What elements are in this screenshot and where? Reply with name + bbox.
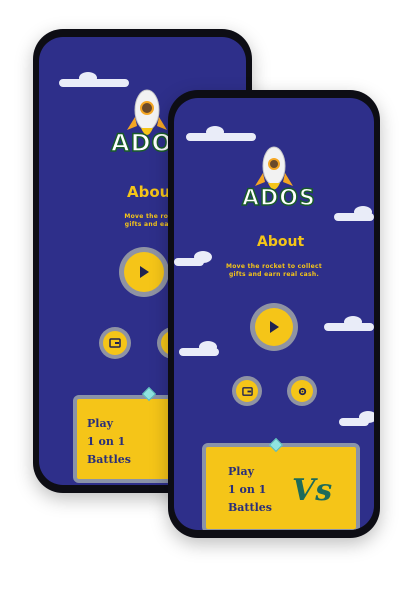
wallet-icon [241, 386, 253, 396]
battle-line-1: Play [87, 417, 113, 430]
settings-button[interactable] [287, 376, 317, 406]
cloud [324, 316, 374, 331]
desc-line-1: Move the rocket to collect [225, 263, 323, 270]
battle-line-3: Battles [87, 453, 131, 466]
cloud [179, 341, 219, 356]
cloud [334, 206, 374, 221]
battle-line-2: 1 on 1 [87, 435, 126, 448]
battle-line-1: Play [228, 465, 254, 478]
battle-line-3: Battles [228, 501, 272, 514]
wallet-button[interactable] [232, 376, 262, 406]
wallet-icon [109, 338, 121, 348]
about-title: About [257, 234, 305, 250]
play-icon [270, 321, 279, 333]
vs-label: Vs [292, 473, 333, 508]
front-phone-screen: ADOS About Move the rocket to collect gi… [174, 98, 374, 530]
about-description: Move the rocket to collect gifts and ear… [184, 263, 364, 279]
play-icon [140, 266, 149, 278]
gear-icon [298, 387, 306, 395]
play-button[interactable] [250, 303, 298, 351]
play-button[interactable] [119, 247, 169, 297]
wallet-button[interactable] [99, 327, 131, 359]
battle-card[interactable]: Play 1 on 1 Battles Vs [202, 443, 360, 530]
battle-line-2: 1 on 1 [228, 483, 267, 496]
battle-label: Play 1 on 1 Battles [228, 463, 272, 517]
front-phone-frame: ADOS About Move the rocket to collect gi… [168, 90, 380, 538]
logo-text: ADOS [241, 185, 316, 212]
desc-line-2: gifts and earn real cash. [228, 271, 320, 278]
battle-label: Play 1 on 1 Battles [87, 415, 131, 469]
cloud [339, 411, 374, 426]
